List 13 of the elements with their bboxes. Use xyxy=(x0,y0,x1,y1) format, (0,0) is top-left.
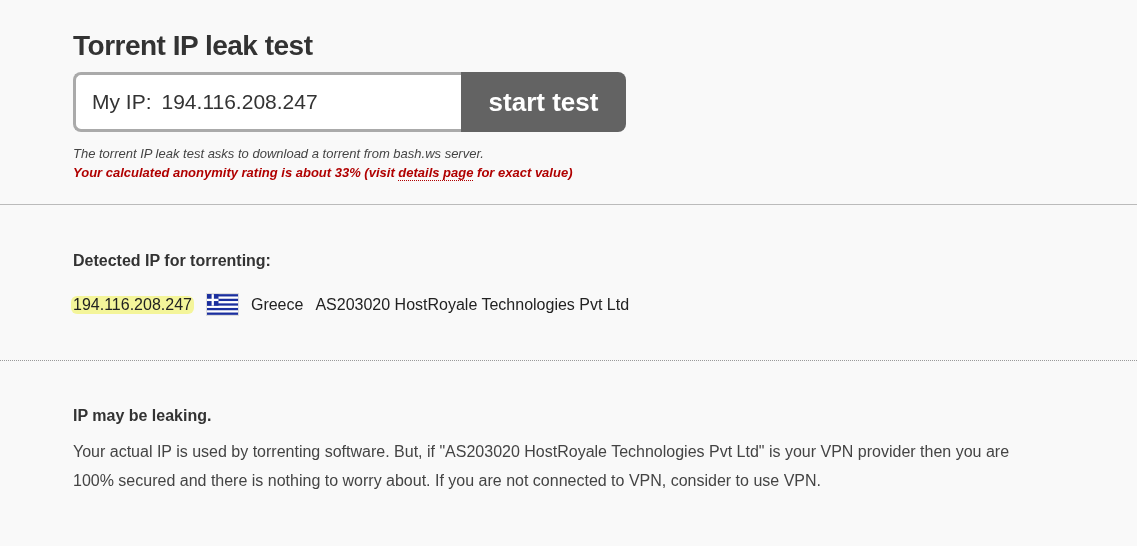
page-title: Torrent IP leak test xyxy=(73,30,314,62)
note-text: The torrent IP leak test asks to download a torrent from bash.ws server. xyxy=(73,146,485,161)
detected-ip: 194.116.208.247 xyxy=(71,295,194,314)
country-name: Greece xyxy=(250,295,304,314)
ip-field[interactable]: My IP: 194.116.208.247 xyxy=(73,72,461,132)
start-test-button[interactable]: start test xyxy=(461,72,626,132)
verdict-text: Your actual IP is used by torrenting software. But, if "AS203020 HostRoyale Technologies Pvt Ltd" is your VPN provider then you are 100% secured and there is nothing to worry about. If you are not connected to VPN, consider to use VPN. xyxy=(73,442,1011,491)
provider-name: AS203020 HostRoyale Technologies Pvt Ltd xyxy=(315,295,630,314)
verdict-heading: IP may be leaking. xyxy=(73,407,213,425)
details-link[interactable]: details page xyxy=(398,165,474,181)
rating-text: Your calculated anonymity rating is about 33% (visit details page for exact value) xyxy=(73,165,574,180)
section-heading: Detected IP for torrenting: xyxy=(73,252,272,270)
flag-icon xyxy=(205,293,239,316)
